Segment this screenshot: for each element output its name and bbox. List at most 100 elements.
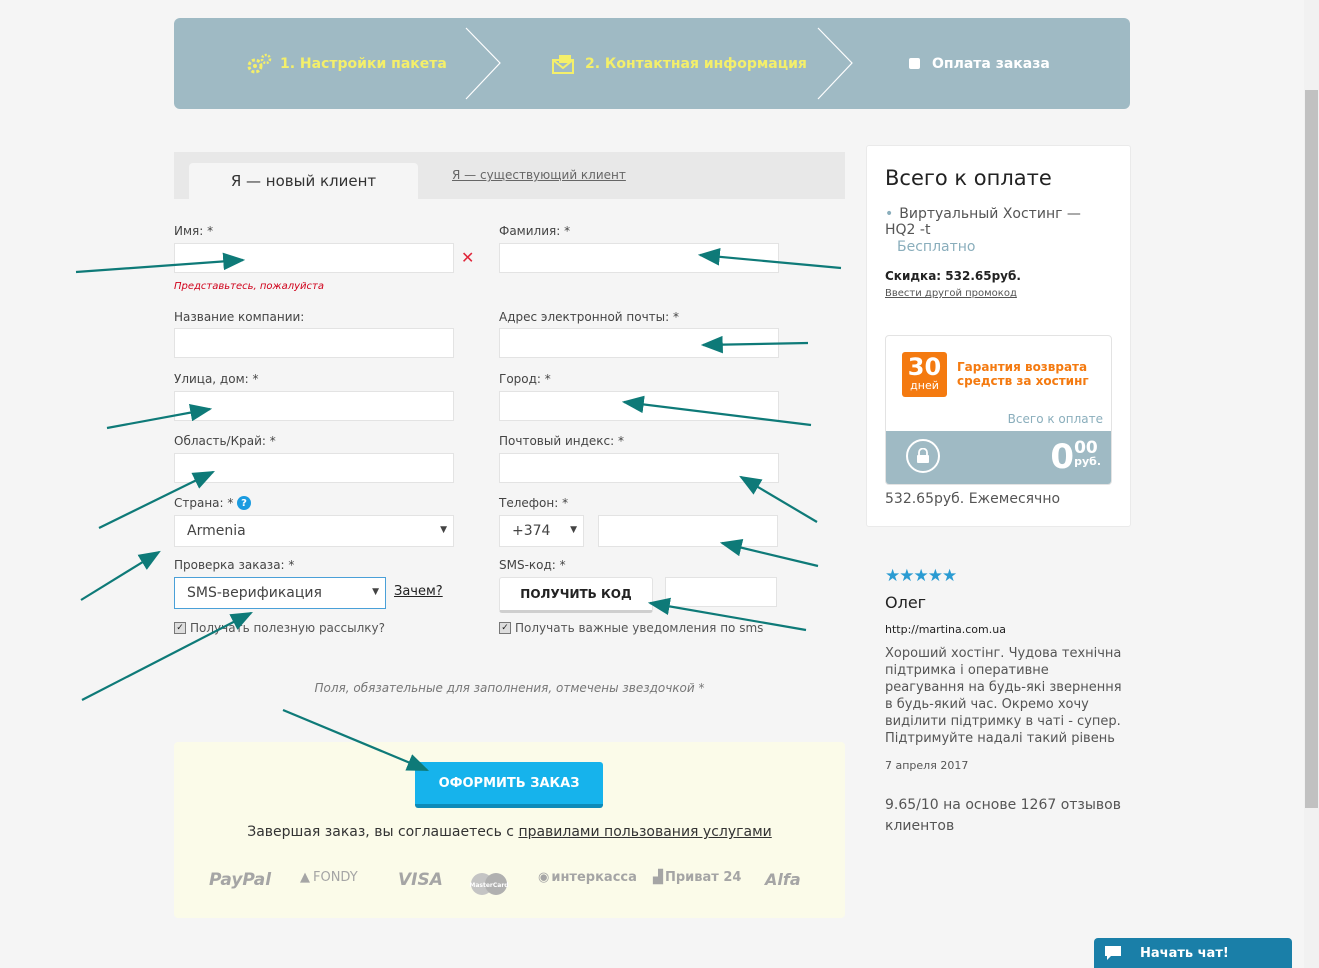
- verify-value: SMS-верификация: [187, 585, 322, 601]
- tab-new-client[interactable]: Я — новый клиент: [189, 163, 418, 199]
- company-label: Название компании:: [174, 310, 305, 324]
- summary-item: • Виртуальный Хостинг — HQ2 -t: [885, 206, 1115, 238]
- dropdown-arrow-icon: ▼: [372, 587, 379, 597]
- summary-item-name: Виртуальный Хостинг — HQ2 -t: [885, 206, 1081, 238]
- privat24-text: Приват 24: [665, 870, 742, 885]
- client-tabs: Я — новый клиент Я — существующий клиент: [174, 152, 845, 199]
- terms-text: Завершая заказ, вы соглашаетесь с правил…: [174, 824, 845, 840]
- sms-code-input[interactable]: [665, 577, 777, 607]
- error-x-icon: ✕: [461, 248, 475, 267]
- total-dec: 00: [1074, 438, 1098, 458]
- verify-select[interactable]: SMS-верификация ▼: [174, 577, 386, 609]
- checkbox-checked-icon[interactable]: ✓: [174, 622, 186, 634]
- step-label: 2. Контактная информация: [585, 55, 807, 72]
- guarantee-text: Гарантия возврата средств за хостинг: [957, 360, 1089, 388]
- terms-link[interactable]: правилами пользования услугами: [518, 824, 771, 840]
- bullet-icon: •: [885, 206, 894, 222]
- sms-notify-option[interactable]: ✓ Получать важные уведомления по sms: [499, 621, 763, 635]
- visa-logo: VISA: [398, 870, 443, 890]
- zip-label: Почтовый индекс: *: [499, 434, 624, 448]
- chat-button[interactable]: Начать чат!: [1094, 938, 1292, 968]
- phone-code-value: +374: [512, 523, 551, 539]
- step-package-settings[interactable]: 1. Настройки пакета: [246, 18, 447, 109]
- checkout-steps: 1. Настройки пакета 2. Контактная информ…: [174, 18, 1130, 109]
- discount-text: Скидка: 532.65руб.: [885, 269, 1021, 283]
- newsletter-option[interactable]: ✓ Получать полезную рассылку?: [174, 621, 385, 635]
- checkbox-checked-icon[interactable]: ✓: [499, 622, 511, 634]
- step-label: 1. Настройки пакета: [280, 55, 447, 72]
- mastercard-text: MasterCard: [469, 882, 508, 889]
- scrollbar[interactable]: [1304, 0, 1319, 968]
- total-price: 0 00 руб.: [1050, 437, 1101, 477]
- interkassa-logo: ◉ интеркасса: [538, 870, 637, 885]
- chat-bubble-icon: [1104, 945, 1122, 961]
- region-label: Область/Край: *: [174, 434, 276, 448]
- get-code-button[interactable]: ПОЛУЧИТЬ КОД: [499, 577, 653, 613]
- email-input[interactable]: [499, 328, 779, 358]
- monthly-price: 532.65руб. Ежемесячно: [885, 491, 1061, 507]
- dropdown-arrow-icon: ▼: [570, 525, 577, 535]
- street-input[interactable]: [174, 391, 454, 421]
- why-link[interactable]: Зачем?: [394, 584, 443, 599]
- total-currency: руб.: [1074, 455, 1101, 468]
- fondy-text: FONDY: [313, 870, 358, 885]
- first-name-label: Имя: *: [174, 224, 214, 238]
- total-label: Всего к оплате: [1007, 412, 1103, 426]
- step-payment[interactable]: Оплата заказа: [909, 18, 1050, 109]
- interkassa-text: интеркасса: [551, 870, 637, 885]
- scrollbar-thumb[interactable]: [1305, 90, 1318, 808]
- city-input[interactable]: [499, 391, 779, 421]
- verify-label: Проверка заказа: *: [174, 558, 295, 572]
- reviewer-url: http://martina.com.ua: [885, 623, 1006, 636]
- sms-code-label: SMS-код: *: [499, 558, 566, 572]
- gears-icon: [246, 53, 272, 75]
- country-select[interactable]: Armenia ▼: [174, 515, 454, 547]
- first-name-error: Представьтесь, пожалуйста: [174, 281, 324, 292]
- chevron-right-icon: [817, 27, 853, 100]
- chat-label: Начать чат!: [1140, 945, 1229, 961]
- summary-item-price: Бесплатно: [897, 239, 976, 255]
- promo-link[interactable]: Ввести другой промокод: [885, 288, 1017, 299]
- alfa-logo: Alfa: [765, 870, 801, 889]
- first-name-input[interactable]: [174, 243, 454, 273]
- total-int: 0: [1050, 437, 1075, 477]
- zip-input[interactable]: [499, 453, 779, 483]
- paypal-logo: PayPal: [209, 870, 272, 890]
- phone-code-select[interactable]: +374 ▼: [499, 515, 584, 547]
- arrow: [80, 550, 161, 601]
- review-text: Хороший хостінг. Чудова технічна підтрим…: [885, 646, 1122, 746]
- step-contact-info[interactable]: 2. Контактная информация: [551, 18, 807, 109]
- country-value: Armenia: [187, 523, 246, 539]
- fondy-logo: ▲ FONDY: [300, 870, 358, 885]
- terms-prefix: Завершая заказ, вы соглашаетесь с: [247, 824, 514, 840]
- order-panel: ОФОРМИТЬ ЗАКАЗ Завершая заказ, вы соглаш…: [174, 742, 845, 918]
- help-icon[interactable]: ?: [237, 496, 251, 510]
- reviewer-name: Олег: [885, 593, 927, 612]
- sms-notify-label: Получать важные уведомления по sms: [515, 621, 764, 635]
- rating-stars-icon: ★★★★★: [885, 566, 957, 586]
- newsletter-label: Получать полезную рассылку?: [190, 621, 385, 635]
- guarantee-days: 30: [907, 353, 942, 381]
- phone-input[interactable]: [598, 515, 778, 547]
- street-label: Улица, дом: *: [174, 372, 259, 386]
- review-date: 7 апреля 2017: [885, 759, 969, 772]
- dropdown-arrow-icon: ▼: [440, 525, 447, 535]
- envelope-icon: [551, 54, 577, 74]
- checkbox-icon: [909, 58, 920, 69]
- guarantee-badge: 30 дней: [902, 352, 947, 397]
- privat24-logo: ▟ Приват 24: [653, 870, 742, 885]
- phone-label: Телефон: *: [499, 496, 569, 510]
- submit-order-button[interactable]: ОФОРМИТЬ ЗАКАЗ: [415, 762, 603, 808]
- last-name-input[interactable]: [499, 243, 779, 273]
- company-input[interactable]: [174, 328, 454, 358]
- region-input[interactable]: [174, 453, 454, 483]
- overall-rating: 9.65/10 на основе 1267 отзывов клиентов: [885, 797, 1121, 834]
- step-label: Оплата заказа: [932, 55, 1050, 72]
- total-bar: 0 00 руб.: [886, 431, 1111, 484]
- tab-existing-client[interactable]: Я — существующий клиент: [452, 168, 626, 182]
- mastercard-logo: MasterCard: [468, 872, 510, 896]
- order-summary: Всего к оплате • Виртуальный Хостинг — HQ…: [866, 145, 1131, 527]
- lock-icon: [906, 439, 940, 473]
- last-name-label: Фамилия: *: [499, 224, 571, 238]
- city-label: Город: *: [499, 372, 551, 386]
